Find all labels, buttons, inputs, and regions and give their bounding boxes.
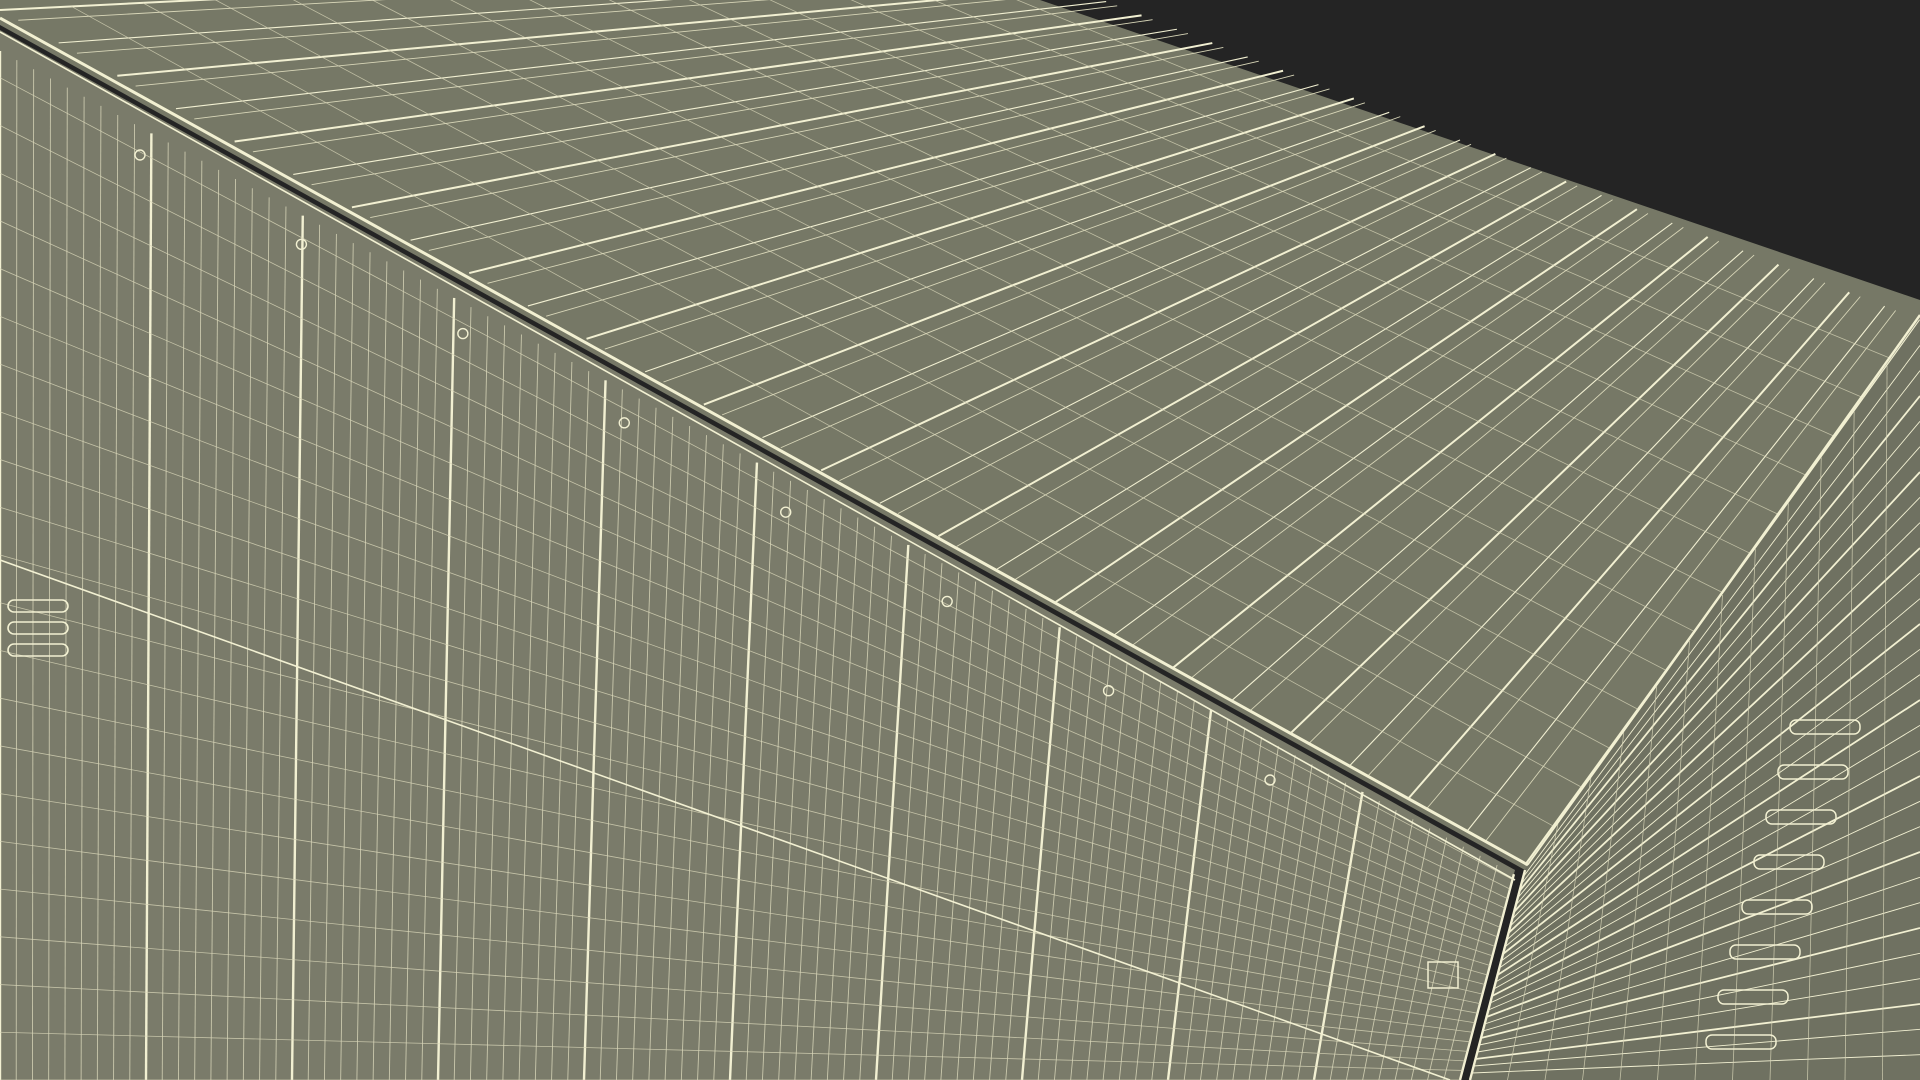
boxcar-wireframe-render [0, 0, 1920, 1080]
3d-viewport[interactable] [0, 0, 1920, 1080]
side-rib-line [15, 60, 18, 1080]
